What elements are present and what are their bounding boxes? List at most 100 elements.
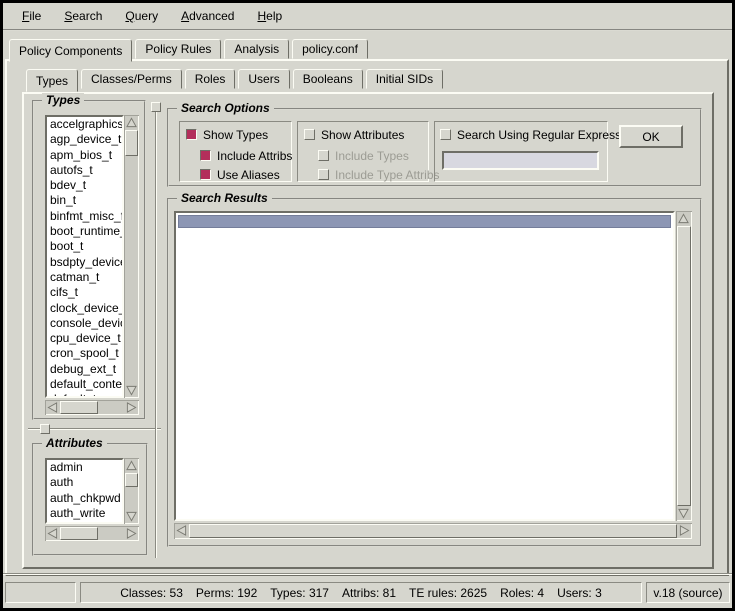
types-frame-title: Types [42,93,84,107]
search-results-textarea[interactable] [174,211,675,521]
list-item[interactable]: console_device_ [50,316,122,331]
status-stat: Attribs: 81 [342,586,396,600]
list-item[interactable]: bdev_t [50,178,122,193]
results-horizontal-scrollbar[interactable] [174,523,692,539]
list-item[interactable]: binfmt_misc_fs [50,209,122,224]
list-item[interactable]: boot_runtime_t [50,224,122,239]
list-item[interactable]: accelgraphics_e [50,117,122,132]
scroll-left-icon[interactable] [45,400,60,415]
list-item[interactable]: bin_t [50,193,122,208]
checkbox-label: Show Attributes [321,128,404,142]
scroll-thumb[interactable] [60,527,98,540]
checkbox-indicator-icon[interactable] [304,129,315,140]
menu-item[interactable]: Help [250,5,289,27]
list-item[interactable]: bsdpty_device_ [50,255,122,270]
menu-item[interactable]: Advanced [174,5,241,27]
list-item[interactable]: default_t [50,392,122,398]
attributes-listbox[interactable]: adminauthauth_chkpwdauth_write [45,458,124,524]
scroll-thumb[interactable] [677,226,691,506]
regex-input[interactable] [442,151,599,170]
checkbox-indicator-icon[interactable] [200,169,211,180]
list-item[interactable]: cpu_device_t [50,331,122,346]
scroll-thumb[interactable] [125,130,138,156]
tab-roles[interactable]: Roles [185,69,236,89]
scroll-up-icon[interactable] [124,458,139,473]
scroll-right-icon[interactable] [124,526,139,541]
attributes-vertical-scrollbar[interactable] [124,458,139,524]
tab-booleans[interactable]: Booleans [293,69,363,89]
tab-initial-sids[interactable]: Initial SIDs [366,69,443,89]
scroll-down-icon[interactable] [124,383,139,398]
main-tabbar: Policy Components Policy Rules Analysis … [9,39,371,59]
list-item[interactable]: apm_bios_t [50,148,122,163]
list-item[interactable]: agp_device_t [50,132,122,147]
tab-types[interactable]: Types [26,69,78,92]
list-item[interactable]: catman_t [50,270,122,285]
scroll-track[interactable] [60,526,124,541]
scroll-up-icon[interactable] [124,115,139,130]
menu-item[interactable]: Query [118,5,165,27]
checkbox-indicator-icon[interactable] [200,150,211,161]
list-item[interactable]: auth_write [50,506,122,521]
list-item[interactable]: clock_device_t [50,301,122,316]
list-item[interactable]: boot_t [50,239,122,254]
list-item[interactable]: auth [50,475,122,490]
use-aliases-checkbox[interactable]: Use Aliases [200,168,280,181]
types-listbox[interactable]: accelgraphics_eagp_device_tapm_bios_taut… [45,115,124,398]
menu-item[interactable]: Search [57,5,109,27]
list-item[interactable]: cifs_t [50,285,122,300]
attributes-frame-title: Attributes [42,436,107,450]
policy-version-label: v.18 (source) [653,586,722,600]
types-tab-panel: Types accelgraphics_eagp_device_tapm_bio… [22,92,714,569]
vertical-sash[interactable] [155,102,157,558]
scroll-thumb[interactable] [125,473,138,487]
scroll-down-icon[interactable] [124,509,139,524]
menu-item[interactable]: File [15,5,48,27]
scroll-track[interactable] [124,473,139,509]
tab-policy-rules[interactable]: Policy Rules [135,39,221,59]
status-stats-box: Classes: 53Perms: 192Types: 317Attribs: … [80,582,642,603]
list-item[interactable]: auth_chkpwd [50,491,122,506]
list-item[interactable]: cron_spool_t [50,346,122,361]
types-vertical-scrollbar[interactable] [124,115,139,398]
attributes-horizontal-scrollbar[interactable] [45,526,139,541]
checkbox-indicator-icon[interactable] [186,129,197,140]
horizontal-sash-handle[interactable] [40,424,50,434]
tab-users[interactable]: Users [238,69,289,89]
scroll-track[interactable] [60,400,124,415]
status-empty-box [5,582,76,603]
ok-button[interactable]: OK [619,125,683,148]
checkbox-label: Include Attribs [217,149,292,163]
list-item[interactable]: debug_ext_t [50,362,122,377]
show-attributes-checkbox[interactable]: Show Attributes [304,128,404,141]
tab-policy-components[interactable]: Policy Components [9,39,132,62]
list-item[interactable]: default_context [50,377,122,392]
checkbox-indicator-icon [318,150,329,161]
scroll-left-icon[interactable] [174,523,189,538]
scroll-right-icon[interactable] [124,400,139,415]
scroll-right-icon[interactable] [677,523,692,538]
regex-checkbox[interactable]: Search Using Regular Expression [440,128,637,141]
status-bar: Classes: 53Perms: 192Types: 317Attribs: … [5,582,730,603]
types-horizontal-scrollbar[interactable] [45,400,139,415]
vertical-sash-handle[interactable] [151,102,161,112]
scroll-left-icon[interactable] [45,526,60,541]
checkbox-indicator-icon [318,169,329,180]
include-attribs-checkbox[interactable]: Include Attribs [200,149,292,162]
scroll-down-icon[interactable] [676,506,691,521]
scroll-thumb[interactable] [189,524,677,538]
selection-bar [178,215,671,228]
scroll-thumb[interactable] [60,401,98,414]
checkbox-indicator-icon[interactable] [440,129,451,140]
list-item[interactable]: autofs_t [50,163,122,178]
list-item[interactable]: admin [50,460,122,475]
scroll-track[interactable] [189,523,677,539]
show-types-checkbox[interactable]: Show Types [186,128,268,141]
tab-policy-conf[interactable]: policy.conf [292,39,368,59]
scroll-track[interactable] [124,130,139,383]
scroll-track[interactable] [676,226,692,506]
tab-classes-perms[interactable]: Classes/Perms [81,69,182,89]
tab-analysis[interactable]: Analysis [224,39,289,59]
results-vertical-scrollbar[interactable] [676,211,692,521]
scroll-up-icon[interactable] [676,211,691,226]
